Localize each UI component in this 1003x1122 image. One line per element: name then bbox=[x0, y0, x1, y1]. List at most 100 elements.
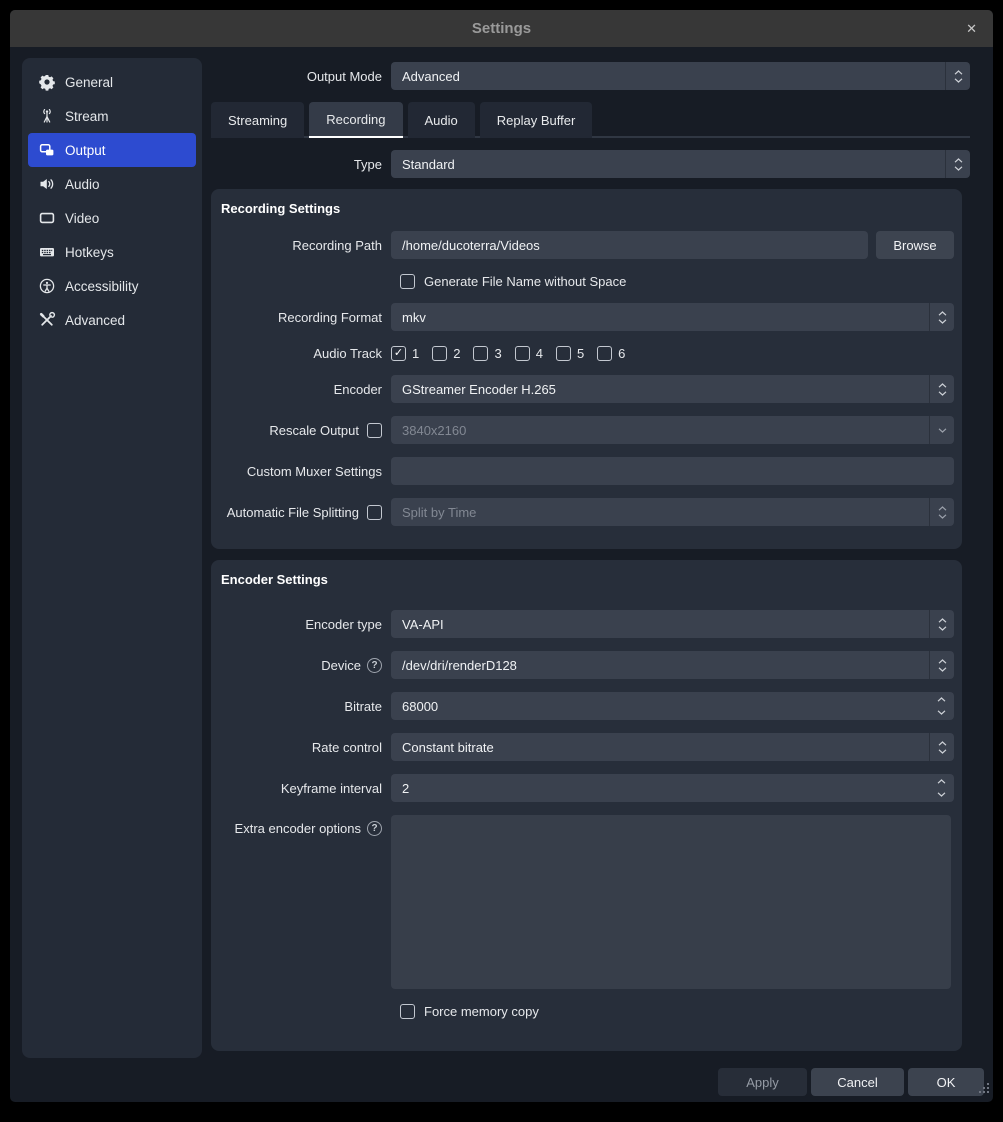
output-tabs: Streaming Recording Audio Replay Buffer bbox=[211, 100, 970, 138]
tab-recording[interactable]: Recording bbox=[309, 102, 402, 138]
tab-audio[interactable]: Audio bbox=[408, 102, 475, 138]
custom-muxer-input[interactable] bbox=[391, 457, 954, 485]
audio-track-2-checkbox[interactable] bbox=[432, 346, 447, 361]
close-icon[interactable]: ✕ bbox=[966, 10, 977, 47]
window-title: Settings bbox=[472, 20, 531, 37]
browse-button[interactable]: Browse bbox=[876, 231, 954, 259]
chevron-up-icon bbox=[938, 506, 947, 511]
split-mode-value: Split by Time bbox=[391, 505, 929, 520]
chevron-up-icon bbox=[938, 659, 947, 664]
help-icon[interactable]: ? bbox=[367, 821, 382, 836]
rescale-resolution-select[interactable]: 3840x2160 bbox=[391, 416, 954, 444]
sidebar-item-label: Stream bbox=[65, 109, 109, 124]
chevron-down-icon bbox=[954, 166, 963, 171]
extra-encoder-options-label: Extra encoder options bbox=[235, 821, 361, 836]
speaker-icon bbox=[38, 176, 55, 193]
ok-button[interactable]: OK bbox=[908, 1068, 984, 1096]
rescale-output-checkbox[interactable] bbox=[367, 423, 382, 438]
bitrate-spinbox[interactable]: 68000 bbox=[391, 692, 954, 720]
output-icon bbox=[38, 142, 55, 159]
device-value: /dev/dri/renderD128 bbox=[391, 658, 929, 673]
auto-file-splitting-label: Automatic File Splitting bbox=[227, 505, 359, 520]
chevron-down-icon bbox=[938, 514, 947, 519]
sidebar-item-stream[interactable]: Stream bbox=[28, 99, 196, 133]
type-select[interactable]: Standard bbox=[391, 150, 970, 178]
chevron-down-icon bbox=[938, 626, 947, 631]
recording-path-input[interactable]: /home/ducoterra/Videos bbox=[391, 231, 868, 259]
combo-spinner bbox=[929, 733, 954, 761]
rate-control-value: Constant bitrate bbox=[391, 740, 929, 755]
apply-button[interactable]: Apply bbox=[718, 1068, 807, 1096]
sidebar-item-label: Video bbox=[65, 211, 99, 226]
help-icon[interactable]: ? bbox=[367, 658, 382, 673]
chevron-up-icon bbox=[937, 779, 946, 784]
cancel-button[interactable]: Cancel bbox=[811, 1068, 904, 1096]
sidebar-item-accessibility[interactable]: Accessibility bbox=[28, 269, 196, 303]
output-mode-value: Advanced bbox=[391, 69, 945, 84]
audio-track-5-checkbox[interactable] bbox=[556, 346, 571, 361]
chevron-down-icon bbox=[938, 749, 947, 754]
chevron-up-icon bbox=[938, 741, 947, 746]
encoder-type-select[interactable]: VA-API bbox=[391, 610, 954, 638]
audio-track-label: Audio Track bbox=[211, 346, 391, 361]
titlebar[interactable]: Settings ✕ bbox=[10, 10, 993, 47]
sidebar-item-audio[interactable]: Audio bbox=[28, 167, 196, 201]
chevron-down-icon bbox=[938, 319, 947, 324]
sidebar-item-advanced[interactable]: Advanced bbox=[28, 303, 196, 337]
combo-spinner bbox=[929, 303, 954, 331]
monitor-icon bbox=[38, 210, 55, 227]
recording-path-value: /home/ducoterra/Videos bbox=[391, 238, 868, 253]
chevron-down-icon bbox=[938, 391, 947, 396]
spinbox-arrows[interactable] bbox=[929, 774, 954, 802]
auto-file-splitting-checkbox[interactable] bbox=[367, 505, 382, 520]
extra-encoder-options-input[interactable] bbox=[391, 815, 951, 989]
combo-spinner bbox=[929, 651, 954, 679]
sidebar-item-output[interactable]: Output bbox=[28, 133, 196, 167]
keyboard-icon bbox=[38, 244, 55, 261]
audio-track-3-checkbox[interactable] bbox=[473, 346, 488, 361]
chevron-up-icon bbox=[938, 383, 947, 388]
combo-spinner bbox=[945, 150, 970, 178]
combo-spinner bbox=[929, 375, 954, 403]
sidebar-item-hotkeys[interactable]: Hotkeys bbox=[28, 235, 196, 269]
output-settings-panel: Output Mode Advanced Streaming Recording… bbox=[211, 58, 970, 1051]
device-select[interactable]: /dev/dri/renderD128 bbox=[391, 651, 954, 679]
recording-settings-title: Recording Settings bbox=[211, 201, 962, 231]
sidebar-item-general[interactable]: General bbox=[28, 65, 196, 99]
device-label: Device bbox=[321, 658, 361, 673]
spinbox-arrows[interactable] bbox=[929, 692, 954, 720]
recording-format-value: mkv bbox=[391, 310, 929, 325]
chevron-up-icon bbox=[938, 618, 947, 623]
recording-format-select[interactable]: mkv bbox=[391, 303, 954, 331]
force-memory-copy-checkbox[interactable] bbox=[400, 1004, 415, 1019]
encoder-settings-card: Encoder Settings Encoder type VA-API Dev… bbox=[211, 560, 962, 1051]
sidebar-item-label: Audio bbox=[65, 177, 100, 192]
chevron-up-icon bbox=[954, 158, 963, 163]
tab-replay-buffer[interactable]: Replay Buffer bbox=[480, 102, 593, 138]
sidebar-item-label: Advanced bbox=[65, 313, 125, 328]
sidebar-item-video[interactable]: Video bbox=[28, 201, 196, 235]
encoder-label: Encoder bbox=[211, 382, 391, 397]
chevron-up-icon bbox=[938, 311, 947, 316]
generate-filename-checkbox[interactable] bbox=[400, 274, 415, 289]
type-label: Type bbox=[211, 157, 391, 172]
chevron-up-icon bbox=[937, 697, 946, 702]
tab-streaming[interactable]: Streaming bbox=[211, 102, 304, 138]
split-mode-select[interactable]: Split by Time bbox=[391, 498, 954, 526]
chevron-down-icon bbox=[938, 428, 947, 433]
audio-track-6-checkbox[interactable] bbox=[597, 346, 612, 361]
audio-track-4-checkbox[interactable] bbox=[515, 346, 530, 361]
resize-grip-icon[interactable] bbox=[978, 1082, 991, 1100]
custom-muxer-label: Custom Muxer Settings bbox=[211, 464, 391, 479]
keyframe-interval-spinbox[interactable]: 2 bbox=[391, 774, 954, 802]
output-mode-select[interactable]: Advanced bbox=[391, 62, 970, 90]
generate-filename-label: Generate File Name without Space bbox=[424, 274, 626, 289]
force-memory-copy-label: Force memory copy bbox=[424, 1004, 539, 1019]
rate-control-select[interactable]: Constant bitrate bbox=[391, 733, 954, 761]
encoder-select[interactable]: GStreamer Encoder H.265 bbox=[391, 375, 954, 403]
recording-settings-card: Recording Settings Recording Path /home/… bbox=[211, 189, 962, 549]
bitrate-value: 68000 bbox=[391, 699, 929, 714]
combo-spinner bbox=[945, 62, 970, 90]
encoder-value: GStreamer Encoder H.265 bbox=[391, 382, 929, 397]
audio-track-1-checkbox[interactable]: ✓ bbox=[391, 346, 406, 361]
